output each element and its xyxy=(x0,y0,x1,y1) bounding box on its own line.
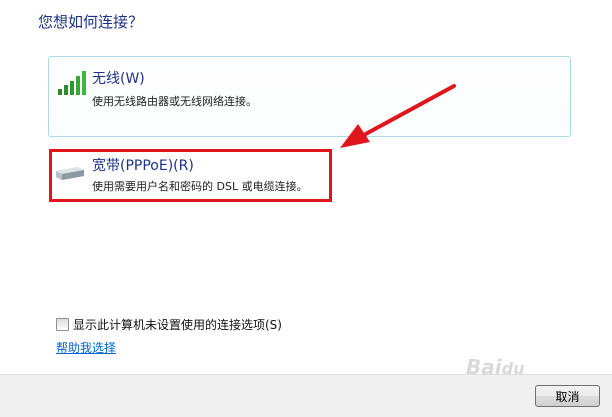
cancel-button[interactable]: 取消 xyxy=(535,385,600,407)
show-unconfigured-options-checkbox[interactable] xyxy=(56,318,69,331)
wireless-signal-icon xyxy=(58,71,86,95)
option-broadband-pppoe[interactable]: 宽带(PPPoE)(R) 使用需要用户名和密码的 DSL 或电缆连接。 xyxy=(48,148,571,204)
help-me-choose-link[interactable]: 帮助我选择 xyxy=(56,339,116,356)
modem-icon xyxy=(56,167,84,180)
option-wireless-label: 无线(W) xyxy=(92,71,145,87)
red-arrow-annotation xyxy=(340,84,456,148)
page-title: 您想如何连接？ xyxy=(38,13,144,31)
show-unconfigured-options-row[interactable]: 显示此计算机未设置使用的连接选项(S) xyxy=(56,316,282,333)
show-unconfigured-options-label[interactable]: 显示此计算机未设置使用的连接选项(S) xyxy=(73,316,282,333)
baidu-watermark: Baidu xyxy=(466,355,525,379)
option-broadband-description: 使用需要用户名和密码的 DSL 或电缆连接。 xyxy=(92,180,308,193)
option-wireless[interactable]: 无线(W) 使用无线路由器或无线网络连接。 xyxy=(48,56,571,137)
option-broadband-label: 宽带(PPPoE)(R) xyxy=(92,158,194,174)
option-wireless-description: 使用无线路由器或无线网络连接。 xyxy=(92,95,257,108)
